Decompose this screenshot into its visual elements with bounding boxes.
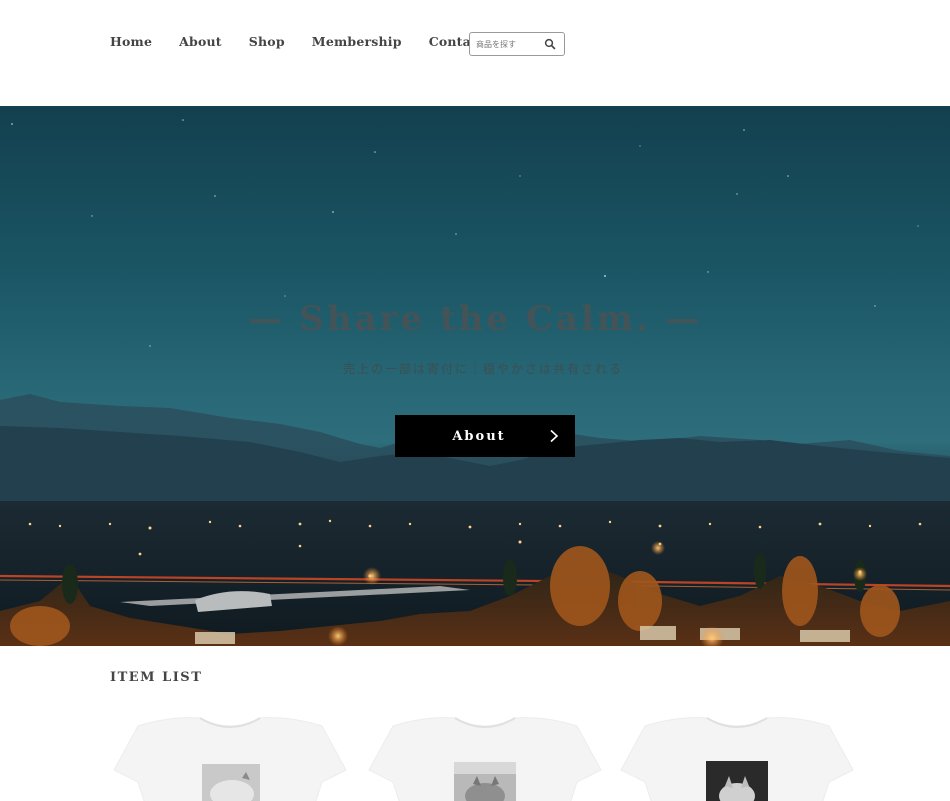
hero-about-button[interactable]: About (395, 415, 575, 457)
site-header: Home About Shop Membership Contact (0, 0, 950, 106)
product-search (469, 32, 565, 56)
search-input[interactable] (476, 37, 544, 52)
tshirt-image[interactable] (617, 712, 857, 801)
product-card[interactable] (617, 712, 857, 801)
item-list (110, 712, 860, 801)
tshirt-image[interactable] (110, 712, 350, 801)
chevron-right-icon (550, 429, 559, 443)
hero-about-button-label: About (452, 428, 506, 444)
main-nav: Home About Shop Membership Contact (110, 34, 512, 49)
nav-about-link[interactable]: About (179, 34, 222, 49)
hero-subtitle: 売上の一部は寄付に｜穏やかさは共有される (342, 362, 623, 376)
nav-membership-link[interactable]: Membership (312, 34, 402, 49)
product-card[interactable] (110, 712, 350, 801)
nav-home-link[interactable]: Home (110, 34, 152, 49)
hero-title: — Share the Calm. — (247, 299, 703, 339)
tshirt-image[interactable] (365, 712, 605, 801)
item-list-title: ITEM LIST (110, 670, 203, 685)
nav-shop-link[interactable]: Shop (249, 34, 285, 49)
product-card[interactable] (365, 712, 605, 801)
search-icon[interactable] (544, 38, 556, 50)
hero-banner: — Share the Calm. — 売上の一部は寄付に｜穏やかさは共有される… (0, 106, 950, 646)
